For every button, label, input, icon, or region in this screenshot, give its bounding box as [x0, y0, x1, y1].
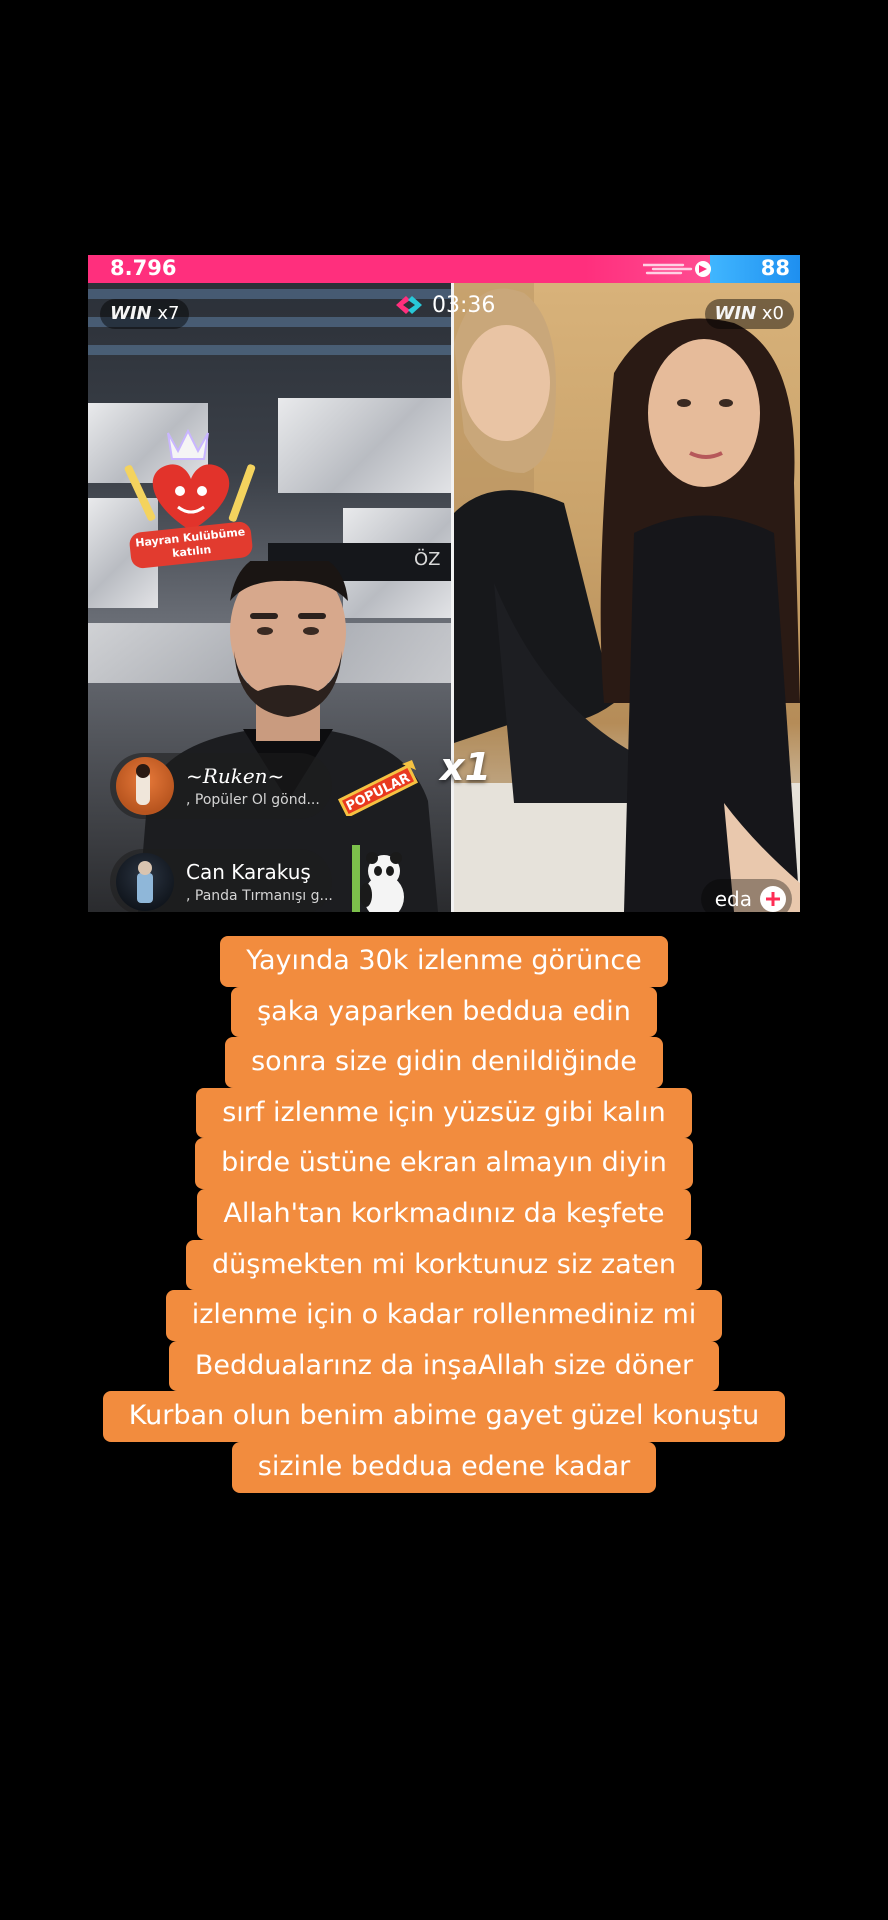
host-video-panel: ÖZ Hayran Kulübüme katılın ~Ruken~ , Pop… — [88, 283, 451, 912]
caption-line: sonra size gidin denildiğinde — [225, 1037, 663, 1088]
caption-line: sırf izlenme için yüzsüz gibi kalın — [196, 1087, 692, 1139]
win-streak-left: WIN x7 — [100, 299, 190, 329]
caption-line: Kurban olun benim abime gayet güzel konu… — [102, 1391, 786, 1442]
win-label: WIN — [714, 303, 757, 324]
win-count: x0 — [761, 303, 784, 324]
add-icon[interactable] — [760, 886, 786, 912]
populer-sticker: POPULAR — [337, 760, 419, 816]
wall-panel — [278, 398, 451, 493]
fanclub-sticker[interactable]: Hayran Kulübüme katılın — [116, 423, 266, 573]
heart-icon — [152, 464, 230, 531]
battle-icon — [396, 296, 422, 314]
ceiling-light — [88, 345, 451, 355]
viewer-avatar — [116, 853, 174, 911]
score-left: 8.796 — [110, 256, 177, 280]
caption-line: şaka yaparken beddua edin — [231, 986, 657, 1038]
win-label: WIN — [110, 303, 152, 324]
top-viewer-2[interactable]: Can Karakuş , Panda Tırmanışı g... — [110, 849, 332, 912]
caption-overlay: Yayında 30k izlenme görünce şaka yaparke… — [0, 936, 888, 1493]
guest-name: eda — [714, 887, 752, 911]
win-count: x7 — [157, 303, 180, 324]
crown-icon — [167, 428, 209, 460]
score-right: 88 — [760, 256, 790, 280]
score-bar-right: 88 — [710, 255, 800, 283]
score-spark-icon — [643, 261, 711, 277]
battle-timer: 03:36 — [394, 290, 495, 320]
score-bar-left: 8.796 — [88, 255, 710, 283]
viewer-gift-text: , Popüler Ol gönd... — [186, 792, 320, 808]
caption-line: Beddualarınz da inşaAllah size döner — [168, 1340, 720, 1392]
guest-video-panel: eda — [454, 283, 800, 912]
timer-text: 03:36 — [432, 292, 496, 318]
viewer-avatar — [116, 757, 174, 815]
live-battle-frame: 8.796 88 ÖZ Hayran Kulübüme katılın ~Ruk… — [88, 255, 800, 912]
caption-line: birde üstüne ekran almayın diyin — [195, 1138, 693, 1189]
caption-line: Yayında 30k izlenme görünce — [220, 936, 668, 987]
top-viewer-1[interactable]: ~Ruken~ , Popüler Ol gönd... — [110, 753, 332, 819]
guest-persons — [454, 283, 800, 912]
battle-score-bar: 8.796 88 — [88, 255, 800, 283]
guest-name-chip[interactable]: eda — [700, 879, 792, 912]
viewer-name: ~Ruken~ — [186, 764, 285, 788]
viewer-name: Can Karakuş — [186, 860, 311, 884]
caption-line: Allah'tan korkmadınız da keşfete — [197, 1188, 691, 1240]
viewer-gift-text: , Panda Tırmanışı g... — [186, 888, 332, 904]
caption-line: düşmekten mi korktunuz siz zaten — [185, 1239, 703, 1291]
caption-line: sizinle beddua edene kadar — [231, 1441, 657, 1493]
caption-line: izlenme için o kadar rollenmediniz mi — [165, 1290, 723, 1341]
panda-icon — [352, 845, 404, 912]
win-streak-right: WIN x0 — [704, 299, 794, 329]
gift-multiplier: x1 — [440, 745, 491, 789]
